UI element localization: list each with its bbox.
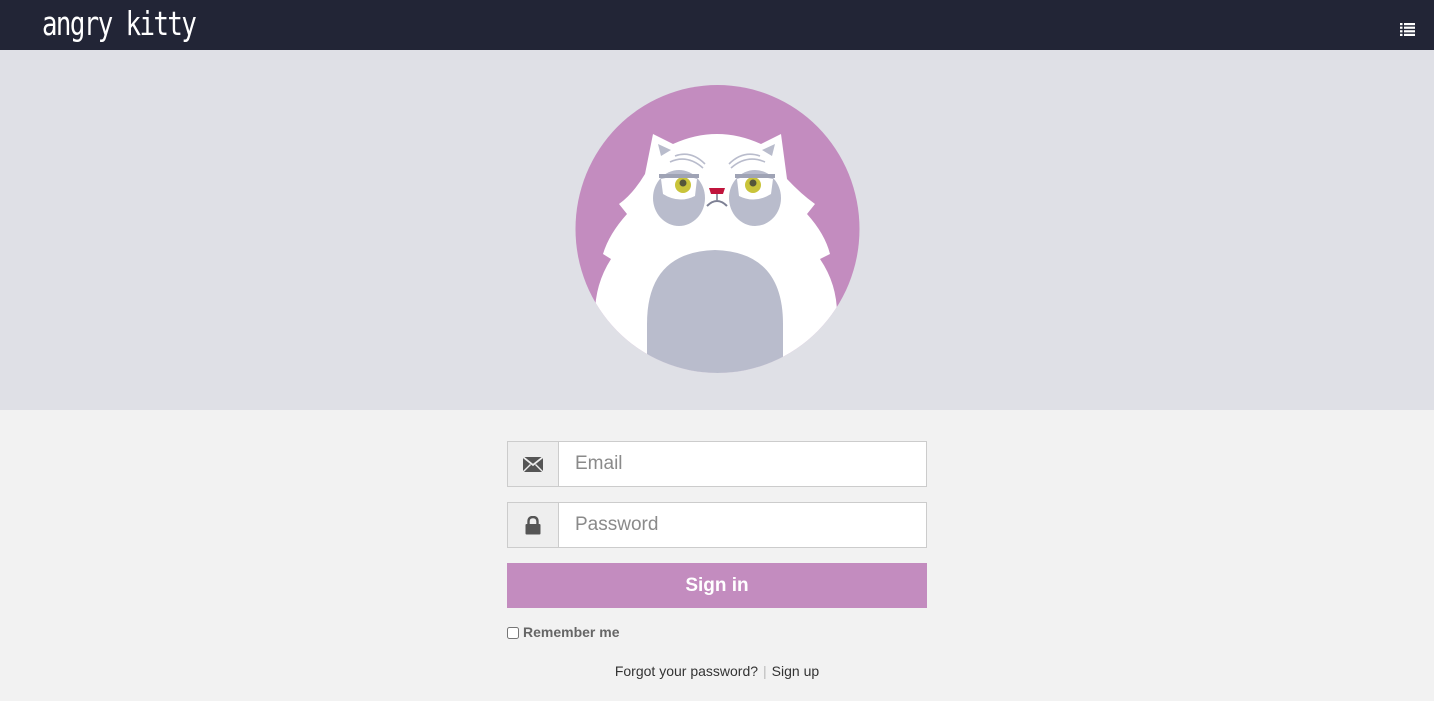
navbar: angry kitty [0, 0, 1434, 50]
password-input[interactable] [559, 503, 926, 547]
remember-label[interactable]: Remember me [523, 625, 620, 640]
lock-icon [525, 515, 541, 534]
menu-button[interactable] [1399, 21, 1416, 36]
brand-logo[interactable]: angry kitty [42, 2, 197, 46]
auth-links: Forgot your password? | Sign up [507, 663, 927, 679]
password-group [507, 502, 927, 548]
email-addon [508, 442, 559, 486]
email-group [507, 441, 927, 487]
remember-checkbox[interactable] [507, 626, 519, 639]
email-input[interactable] [559, 442, 926, 486]
hero-banner [0, 50, 1434, 410]
signup-link[interactable]: Sign up [772, 663, 819, 679]
list-icon [1400, 23, 1415, 36]
signin-button[interactable]: Sign in [507, 563, 927, 608]
forgot-password-link[interactable]: Forgot your password? [615, 663, 758, 679]
link-separator: | [763, 663, 767, 679]
login-form: Sign in Remember me Forgot your password… [507, 441, 927, 679]
password-addon [508, 503, 559, 547]
angry-kitty-avatar [575, 85, 860, 373]
envelope-icon [523, 456, 543, 472]
remember-me: Remember me [507, 625, 927, 640]
